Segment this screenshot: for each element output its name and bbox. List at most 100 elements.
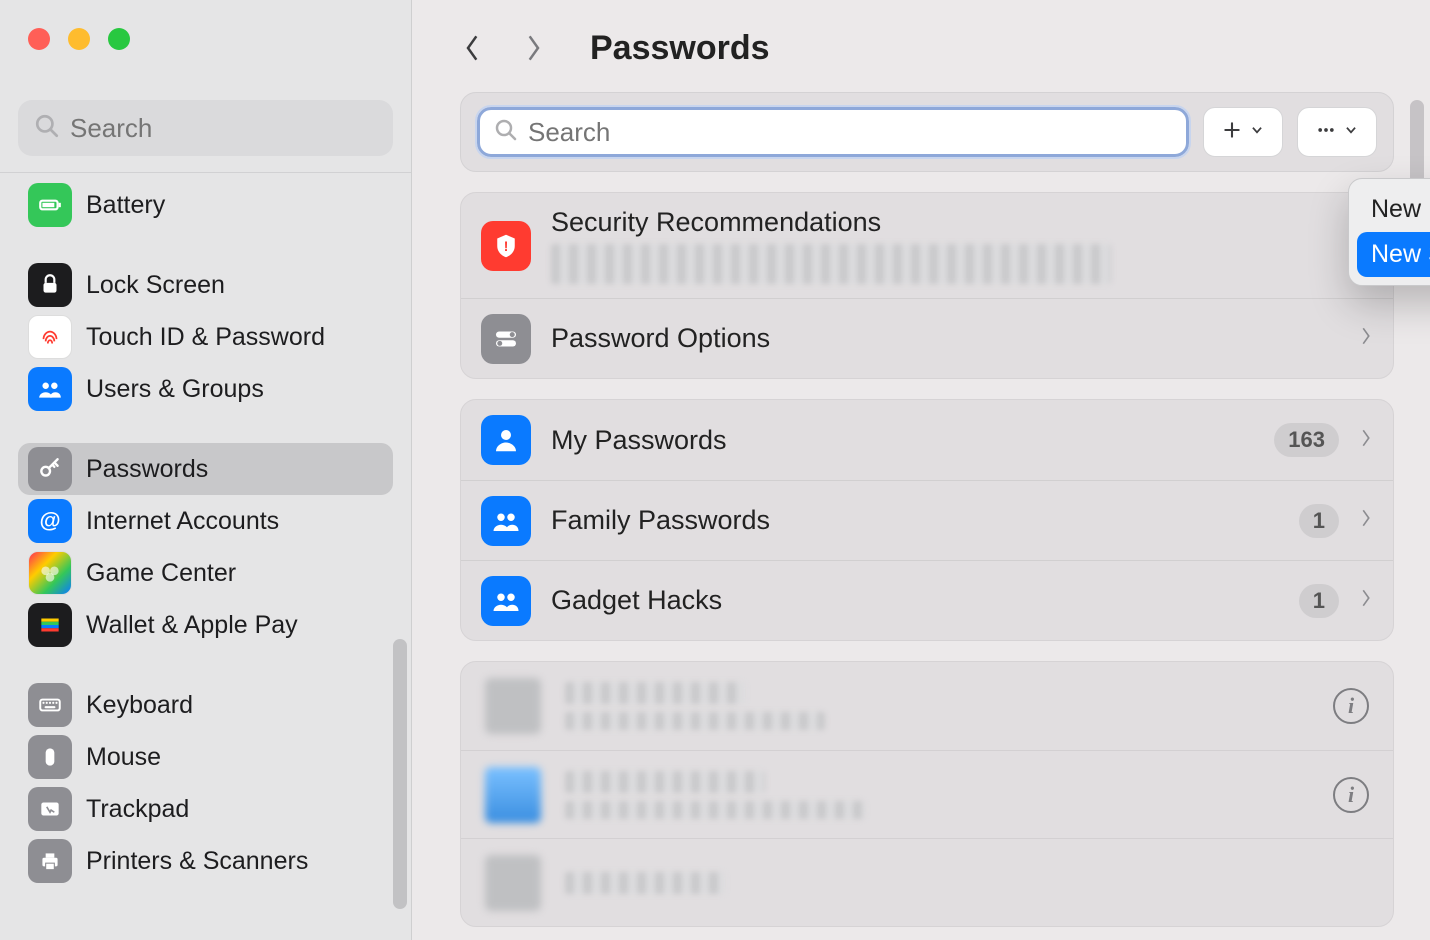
at-icon: @ — [28, 499, 72, 543]
trackpad-icon — [28, 787, 72, 831]
count-badge: 1 — [1299, 504, 1339, 538]
info-button[interactable]: i — [1333, 777, 1369, 813]
sidebar-item-passwords[interactable]: Passwords — [18, 443, 393, 495]
sidebar-item-trackpad[interactable]: Trackpad — [18, 783, 393, 835]
site-favicon — [485, 767, 541, 823]
info-icon: i — [1348, 784, 1354, 806]
search-icon — [34, 113, 60, 144]
row-label: Gadget Hacks — [551, 585, 722, 616]
row-password-options[interactable]: Password Options — [461, 298, 1393, 378]
row-security-recommendations[interactable]: ! Security Recommendations — [461, 193, 1393, 298]
sidebar-item-lock-screen[interactable]: Lock Screen — [18, 259, 393, 311]
sidebar-item-users-groups[interactable]: Users & Groups — [18, 363, 393, 415]
menu-item-new-password[interactable]: New Password — [1357, 187, 1430, 232]
people-icon — [481, 496, 531, 546]
info-button[interactable]: i — [1333, 688, 1369, 724]
chevron-down-icon — [1250, 123, 1264, 142]
row-family-passwords[interactable]: Family Passwords 1 — [461, 480, 1393, 560]
page-title: Passwords — [590, 29, 770, 68]
row-label: Password Options — [551, 323, 770, 354]
info-icon: i — [1348, 695, 1354, 717]
key-icon — [28, 447, 72, 491]
minimize-window-button[interactable] — [68, 28, 90, 50]
sidebar-item-touch-id[interactable]: Touch ID & Password — [18, 311, 393, 363]
printer-icon — [28, 839, 72, 883]
sidebar-item-label: Users & Groups — [86, 375, 264, 404]
divider — [0, 172, 411, 173]
lock-icon — [28, 263, 72, 307]
sidebar-item-game-center[interactable]: Game Center — [18, 547, 393, 599]
mouse-icon — [28, 735, 72, 779]
row-my-passwords[interactable]: My Passwords 163 — [461, 400, 1393, 480]
sidebar-item-label: Touch ID & Password — [86, 323, 325, 352]
window-controls — [0, 0, 411, 80]
chevron-right-icon — [1359, 507, 1373, 534]
sidebar-item-wallet[interactable]: Wallet & Apple Pay — [18, 599, 393, 651]
sidebar-item-keyboard[interactable]: Keyboard — [18, 679, 393, 731]
shield-alert-icon: ! — [481, 221, 531, 271]
sidebar-item-battery[interactable]: Battery — [18, 179, 393, 231]
sidebar-search[interactable] — [18, 100, 393, 156]
sidebar-item-label: Keyboard — [86, 691, 193, 720]
search-icon — [494, 118, 518, 147]
plus-icon — [1222, 120, 1242, 145]
toolbar — [460, 92, 1394, 172]
sidebar-item-label: Printers & Scanners — [86, 847, 308, 876]
menu-item-new-shared-group[interactable]: New Shared Group — [1357, 232, 1430, 277]
sidebar-item-label: Wallet & Apple Pay — [86, 611, 298, 640]
password-entry-row[interactable] — [461, 838, 1393, 926]
password-entry-row[interactable]: i — [461, 662, 1393, 750]
entry-text — [565, 682, 1309, 730]
sidebar-item-label: Lock Screen — [86, 271, 225, 300]
close-window-button[interactable] — [28, 28, 50, 50]
site-favicon — [485, 855, 541, 911]
ellipsis-icon — [1316, 120, 1336, 145]
gamecenter-icon — [28, 551, 72, 595]
zoom-window-button[interactable] — [108, 28, 130, 50]
chevron-down-icon — [1344, 123, 1358, 142]
redacted-subtitle — [551, 244, 1111, 284]
nav-forward-button[interactable] — [518, 28, 548, 68]
switch-icon — [481, 314, 531, 364]
main-scrollbar[interactable] — [1410, 100, 1424, 190]
sidebar-scrollbar[interactable] — [393, 639, 407, 909]
sidebar-item-label: Battery — [86, 191, 165, 220]
main-scroll: ! Security Recommendations Password Opti… — [412, 92, 1430, 940]
header: Passwords — [412, 0, 1430, 86]
count-badge: 1 — [1299, 584, 1339, 618]
sidebar-item-label: Mouse — [86, 743, 161, 772]
passwords-search-input[interactable] — [528, 117, 1172, 148]
sidebar-item-label: Trackpad — [86, 795, 189, 824]
entry-text — [565, 872, 1369, 894]
svg-text:!: ! — [504, 239, 509, 254]
site-favicon — [485, 678, 541, 734]
person-icon — [481, 415, 531, 465]
password-entry-row[interactable]: i — [461, 750, 1393, 838]
chevron-right-icon — [1359, 427, 1373, 454]
chevron-right-icon — [1359, 325, 1373, 352]
section-entries: i i — [460, 661, 1394, 927]
svg-text:@: @ — [39, 508, 60, 533]
row-label: Security Recommendations — [551, 207, 1339, 238]
passwords-search[interactable] — [477, 107, 1189, 157]
sidebar-item-mouse[interactable]: Mouse — [18, 731, 393, 783]
chevron-right-icon — [1359, 587, 1373, 614]
sidebar-item-printers[interactable]: Printers & Scanners — [18, 835, 393, 887]
nav-back-button[interactable] — [458, 28, 488, 68]
entry-text — [565, 771, 1309, 819]
add-menu-popover: New Password New Shared Group — [1348, 178, 1430, 286]
count-badge: 163 — [1274, 423, 1339, 457]
sidebar-item-label: Passwords — [86, 455, 208, 484]
row-label: My Passwords — [551, 425, 727, 456]
sidebar: Battery Lock Screen Touch ID & Password … — [0, 0, 412, 940]
section-groups: My Passwords 163 Family Passwords 1 Gadg… — [460, 399, 1394, 641]
sidebar-item-label: Game Center — [86, 559, 236, 588]
add-button[interactable] — [1203, 107, 1283, 157]
sidebar-item-internet-accounts[interactable]: @ Internet Accounts — [18, 495, 393, 547]
more-button[interactable] — [1297, 107, 1377, 157]
row-label: Family Passwords — [551, 505, 770, 536]
people-icon — [481, 576, 531, 626]
row-gadget-hacks[interactable]: Gadget Hacks 1 — [461, 560, 1393, 640]
section-settings: ! Security Recommendations Password Opti… — [460, 192, 1394, 379]
sidebar-search-input[interactable] — [70, 113, 377, 144]
